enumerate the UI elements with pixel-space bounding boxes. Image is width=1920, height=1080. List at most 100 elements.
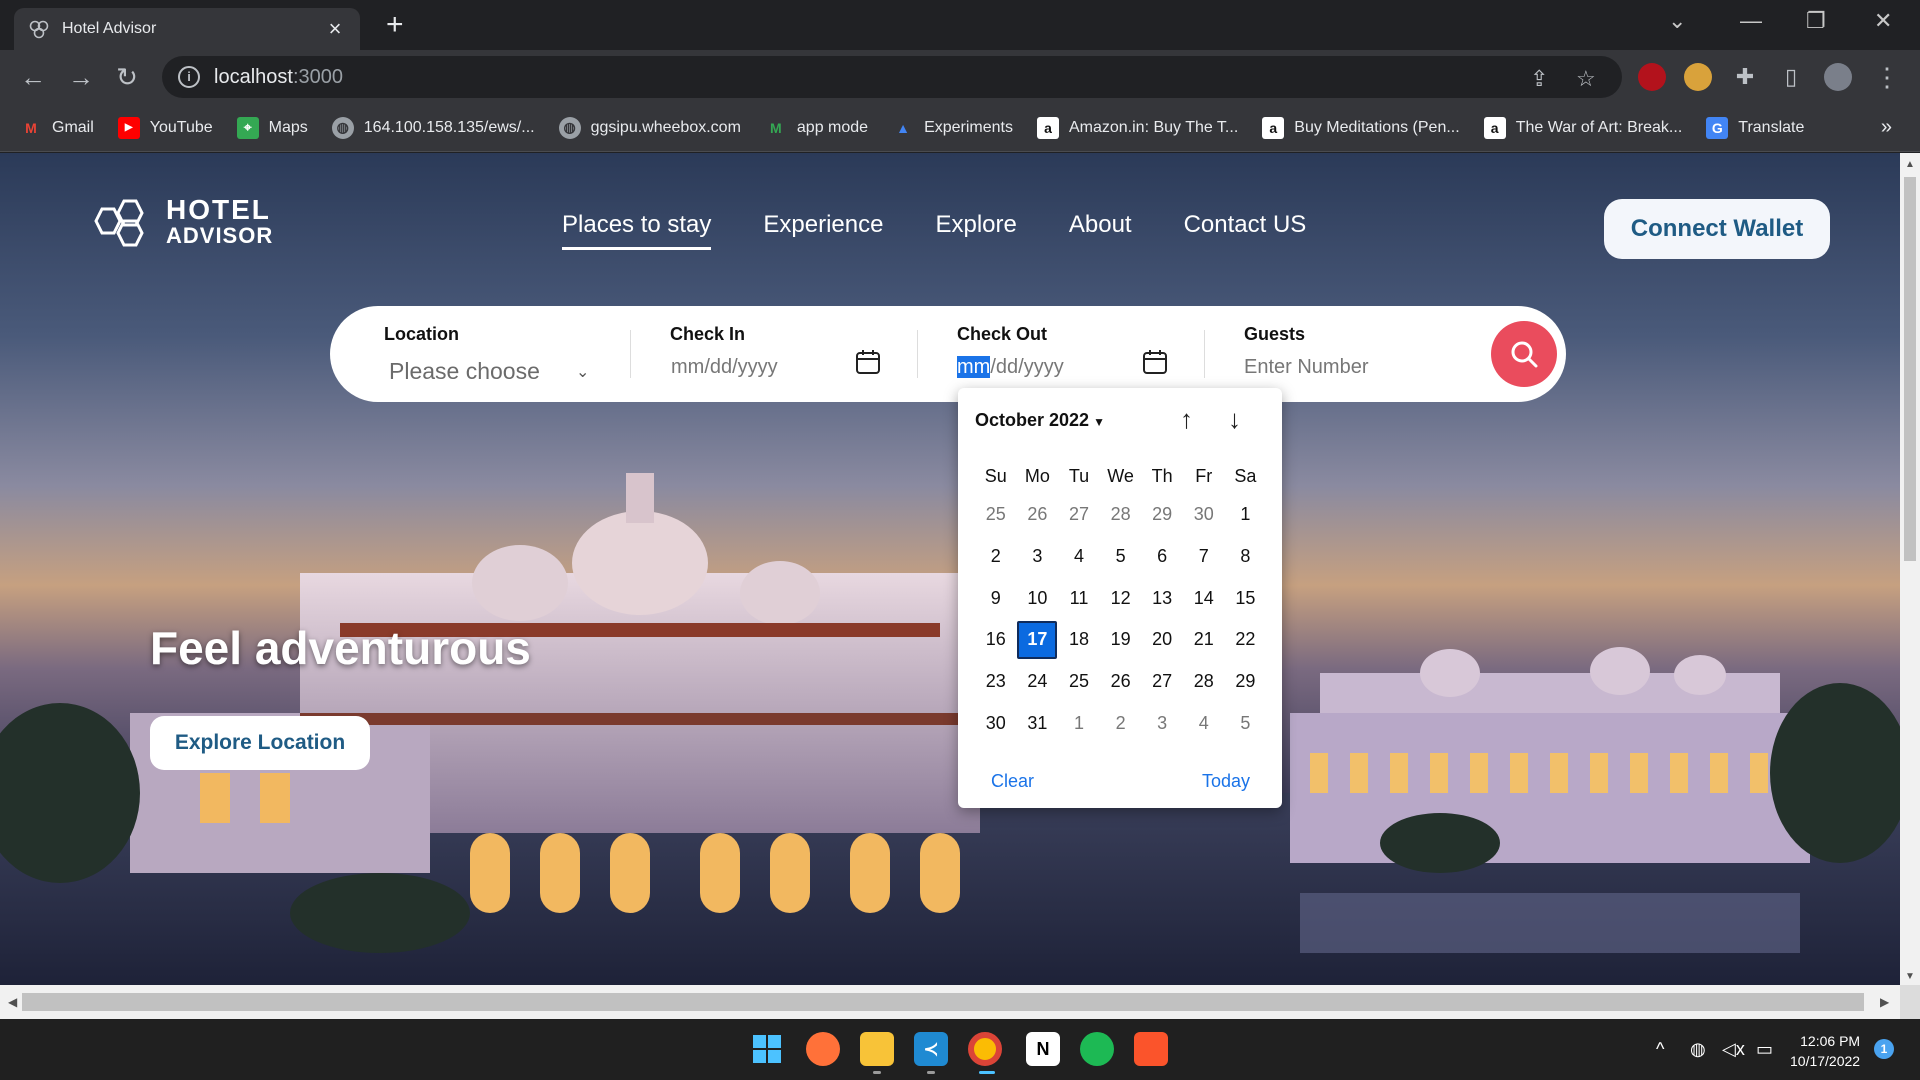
share-icon[interactable]: ⇪ (1530, 66, 1548, 92)
calendar-day[interactable]: 7 (1183, 536, 1225, 578)
extensions-puzzle-icon[interactable]: ✚ (1730, 62, 1760, 92)
bookmark-gmail[interactable]: M Gmail (20, 117, 94, 139)
bookmark-star-icon[interactable]: ☆ (1576, 66, 1596, 92)
calendar-day[interactable]: 27 (1058, 494, 1100, 536)
calendar-day[interactable]: 28 (1100, 494, 1142, 536)
address-bar[interactable]: i localhost:3000 ⇪ ☆ (162, 56, 1622, 98)
calendar-day[interactable]: 11 (1058, 577, 1100, 619)
volume-muted-icon[interactable]: ◁x (1722, 1039, 1745, 1060)
calendar-day[interactable]: 4 (1183, 702, 1225, 744)
hotel-advisor-logo[interactable]: HOTEL ADVISOR (88, 196, 273, 249)
nav-contact-us[interactable]: Contact US (1184, 211, 1307, 250)
scroll-left-icon[interactable]: ◀ (8, 995, 17, 1009)
calendar-day[interactable]: 18 (1058, 619, 1100, 661)
back-icon[interactable]: ← (18, 62, 48, 92)
calendar-icon[interactable] (855, 348, 881, 376)
bookmark-amazon-3[interactable]: a The War of Art: Break... (1483, 116, 1682, 139)
tab-close-icon[interactable]: × (324, 16, 346, 42)
notification-badge[interactable]: 1 (1874, 1039, 1894, 1059)
calendar-day[interactable]: 3 (1141, 702, 1183, 744)
previous-month-icon[interactable]: ↑ (1180, 404, 1193, 435)
calendar-day[interactable]: 2 (1100, 702, 1142, 744)
system-clock[interactable]: 12:06 PM 10/17/2022 (1790, 1031, 1860, 1071)
spotify-icon[interactable] (1080, 1032, 1114, 1066)
next-month-icon[interactable]: ↓ (1228, 404, 1241, 435)
calendar-day-selected[interactable]: 17 (1017, 619, 1059, 661)
horizontal-scroll-thumb[interactable] (22, 993, 1864, 1011)
calendar-day[interactable]: 26 (1100, 661, 1142, 703)
nav-places-to-stay[interactable]: Places to stay (562, 211, 712, 250)
calendar-day[interactable]: 6 (1141, 536, 1183, 578)
profile-avatar[interactable] (1824, 63, 1852, 91)
calendar-day[interactable]: 8 (1225, 536, 1267, 578)
calendar-day[interactable]: 4 (1058, 536, 1100, 578)
side-panel-icon[interactable]: ▯ (1776, 62, 1806, 92)
battery-icon[interactable]: ▭ (1756, 1039, 1773, 1060)
calendar-day[interactable]: 28 (1183, 661, 1225, 703)
calendar-day[interactable]: 12 (1100, 577, 1142, 619)
bookmark-ews[interactable]: ◍ 164.100.158.135/ews/... (331, 116, 535, 139)
vscode-icon[interactable]: ≺ (914, 1032, 948, 1066)
calendar-day[interactable]: 24 (1017, 661, 1059, 703)
calendar-day[interactable]: 29 (1225, 661, 1267, 703)
calendar-day[interactable]: 2 (975, 536, 1017, 578)
calendar-day[interactable]: 1 (1225, 494, 1267, 536)
calendar-day[interactable]: 5 (1100, 536, 1142, 578)
calendar-day[interactable]: 1 (1058, 702, 1100, 744)
new-tab-icon[interactable]: + (386, 10, 404, 40)
calendar-day[interactable]: 19 (1100, 619, 1142, 661)
reload-icon[interactable]: ↻ (112, 62, 142, 92)
check-in-field[interactable]: Check In mm/dd/yyyy (670, 306, 910, 402)
calendar-day[interactable]: 29 (1141, 494, 1183, 536)
calendar-day[interactable]: 10 (1017, 577, 1059, 619)
calendar-day[interactable]: 3 (1017, 536, 1059, 578)
chrome-icon[interactable] (968, 1032, 1002, 1066)
network-icon[interactable]: ◍ (1690, 1039, 1706, 1060)
bookmark-youtube[interactable]: ▶ YouTube (117, 116, 213, 139)
calendar-day[interactable]: 25 (1058, 661, 1100, 703)
calendar-day[interactable]: 21 (1183, 619, 1225, 661)
bookmark-wheebox[interactable]: ◍ ggsipu.wheebox.com (558, 116, 741, 139)
scroll-down-icon[interactable]: ▼ (1905, 971, 1915, 982)
nav-experience[interactable]: Experience (763, 211, 883, 250)
calendar-day[interactable]: 27 (1141, 661, 1183, 703)
calendar-day[interactable]: 20 (1141, 619, 1183, 661)
vertical-scroll-thumb[interactable] (1904, 177, 1916, 561)
nav-about[interactable]: About (1069, 211, 1132, 250)
bookmark-translate[interactable]: G Translate (1706, 116, 1804, 139)
calendar-day[interactable]: 23 (975, 661, 1017, 703)
calendar-day[interactable]: 30 (1183, 494, 1225, 536)
calendar-day[interactable]: 31 (1017, 702, 1059, 744)
tab-search-icon[interactable]: ⌄ (1668, 8, 1686, 34)
calendar-day[interactable]: 26 (1017, 494, 1059, 536)
ublock-icon[interactable] (1638, 63, 1666, 91)
forward-icon[interactable]: → (66, 62, 96, 92)
today-button[interactable]: Today (1202, 771, 1250, 792)
bookmark-amazon-1[interactable]: a Amazon.in: Buy The T... (1036, 116, 1238, 139)
file-explorer-icon[interactable] (860, 1032, 894, 1066)
scroll-right-icon[interactable]: ▶ (1880, 995, 1889, 1009)
search-button[interactable] (1491, 321, 1557, 387)
calendar-day[interactable]: 5 (1225, 702, 1267, 744)
clear-date-button[interactable]: Clear (991, 771, 1034, 792)
close-window-icon[interactable]: ✕ (1874, 8, 1892, 34)
notion-icon[interactable]: N (1026, 1032, 1060, 1066)
connect-wallet-button[interactable]: Connect Wallet (1604, 199, 1830, 259)
calendar-day[interactable]: 16 (975, 619, 1017, 661)
calendar-day[interactable]: 14 (1183, 577, 1225, 619)
windows-start-icon[interactable] (750, 1032, 784, 1066)
vertical-scrollbar[interactable]: ▲ ▼ (1900, 153, 1920, 985)
calendar-day[interactable]: 30 (975, 702, 1017, 744)
bookmarks-overflow-icon[interactable]: » (1881, 116, 1892, 139)
calendar-day[interactable]: 22 (1225, 619, 1267, 661)
calendar-day[interactable]: 15 (1225, 577, 1267, 619)
scroll-up-icon[interactable]: ▲ (1905, 159, 1915, 170)
bookmark-amazon-2[interactable]: a Buy Meditations (Pen... (1262, 116, 1460, 139)
firefox-icon[interactable] (806, 1032, 840, 1066)
calendar-icon[interactable] (1142, 348, 1168, 376)
horizontal-scrollbar[interactable]: ◀ ▶ (0, 985, 1900, 1019)
explore-location-button[interactable]: Explore Location (150, 716, 370, 770)
minimize-icon[interactable]: — (1740, 8, 1762, 34)
calendar-day[interactable]: 9 (975, 577, 1017, 619)
brave-icon[interactable] (1134, 1032, 1168, 1066)
